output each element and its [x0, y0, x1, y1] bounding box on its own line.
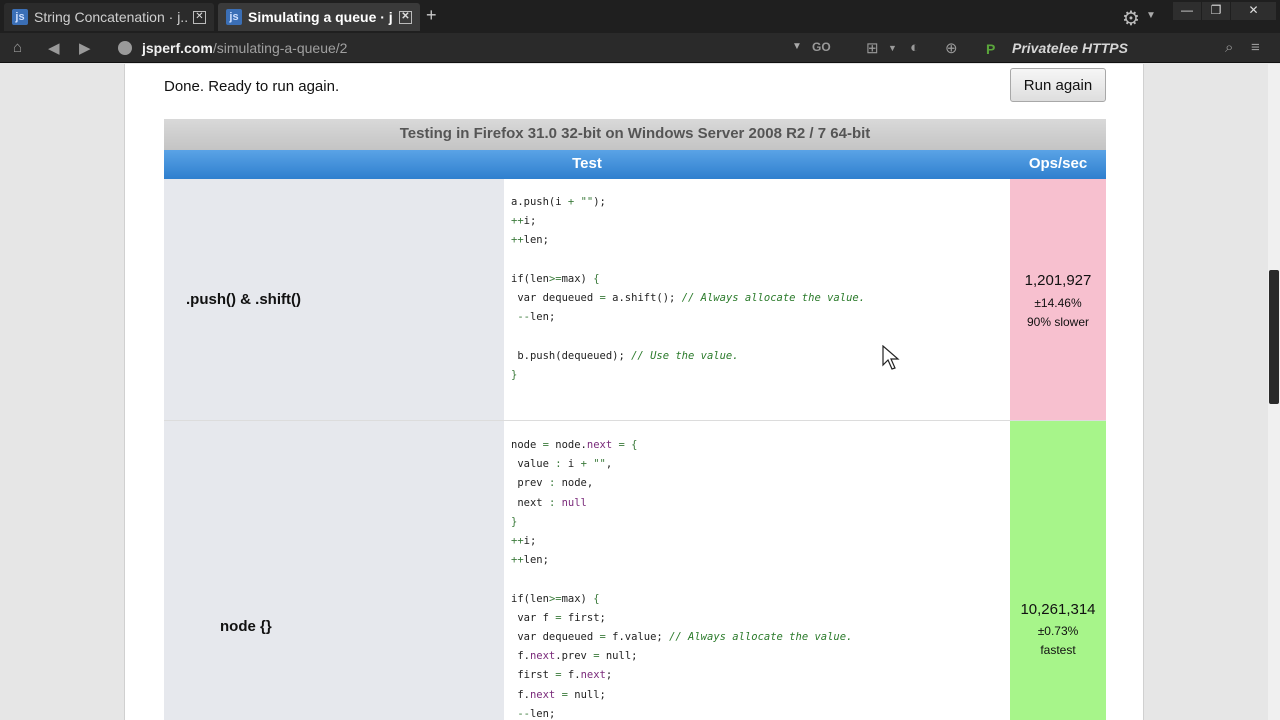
url-path: /simulating-a-queue/2	[212, 40, 348, 56]
url-dropdown-icon[interactable]: ▼	[792, 41, 802, 52]
run-again-button[interactable]: Run again	[1010, 68, 1106, 102]
results-table-header: Test Ops/sec	[164, 150, 1106, 179]
chevron-down-icon[interactable]: ▼	[888, 43, 897, 53]
bookmark-icon[interactable]: ⊞	[866, 39, 879, 57]
test-name-cell: .push() & .shift()	[164, 179, 504, 420]
address-bar[interactable]: jsperf.com /simulating-a-queue/2	[110, 36, 810, 60]
mouse-cursor-icon	[882, 345, 900, 370]
ops-error: ±14.46%	[1034, 296, 1082, 310]
chevron-down-icon[interactable]: ▼	[1146, 10, 1156, 21]
privatelee-label[interactable]: Privatelee HTTPS	[1012, 40, 1128, 56]
test-code-cell: node = node.next = { value : i + "", pre…	[504, 421, 1010, 720]
test-name-cell: node {}	[164, 421, 504, 720]
home-icon[interactable]: ⌂	[13, 39, 22, 56]
search-icon[interactable]: ⌕	[1225, 39, 1233, 56]
go-button[interactable]: GO	[812, 40, 831, 54]
ops-relative: fastest	[1040, 643, 1076, 657]
settings-gear-icon[interactable]: ⚙	[1122, 6, 1140, 31]
forward-arrow-icon[interactable]: ▶	[79, 39, 91, 57]
ops-value: 1,201,927	[1024, 272, 1092, 289]
tab-title: String Concatenation · j...	[34, 9, 187, 25]
window-maximize-button[interactable]: ❐	[1202, 2, 1230, 20]
testing-environment: Testing in Firefox 31.0 32-bit on Window…	[164, 119, 1106, 150]
scrollbar-thumb[interactable]	[1269, 270, 1279, 404]
table-row: .push() & .shift() a.push(i + ""); ++i; …	[164, 179, 1106, 421]
page-scrollbar[interactable]	[1268, 64, 1280, 720]
page-content: Done. Ready to run again. Run again Test…	[124, 64, 1144, 720]
test-code-cell: a.push(i + ""); ++i; ++len; if(len>=max)…	[504, 179, 1010, 420]
header-test: Test	[572, 155, 602, 172]
close-tab-icon[interactable]: ✕	[193, 10, 206, 24]
tab-simulating-a-queue[interactable]: js Simulating a queue · j... ✕	[218, 3, 420, 31]
ops-error: ±0.73%	[1037, 624, 1079, 638]
header-ops-sec: Ops/sec	[1028, 155, 1088, 172]
ops-sec-cell: 10,261,314 ±0.73% fastest	[1010, 421, 1106, 720]
tab-title: Simulating a queue · j...	[248, 9, 393, 25]
ops-sec-cell: 1,201,927 ±14.46% 90% slower	[1010, 179, 1106, 420]
menu-icon[interactable]: ≡	[1251, 39, 1260, 56]
code-block: a.push(i + ""); ++i; ++len; if(len>=max)…	[511, 196, 866, 381]
code-block: node = node.next = { value : i + "", pre…	[511, 439, 853, 720]
url-domain: jsperf.com	[142, 40, 213, 56]
jsperf-favicon-icon: js	[12, 9, 28, 25]
window-close-button[interactable]: ✕	[1231, 2, 1276, 20]
browser-titlebar: js String Concatenation · j... ✕ js Simu…	[0, 0, 1280, 33]
close-tab-icon[interactable]: ✕	[399, 10, 412, 24]
new-tab-button[interactable]: +	[426, 5, 437, 26]
download-icon[interactable]: ⊕	[945, 39, 958, 57]
back-arrow-icon[interactable]: ◀	[48, 39, 60, 57]
test-name: node {}	[220, 618, 272, 635]
jsperf-favicon-icon: js	[226, 9, 242, 25]
table-row: node {} node = node.next = { value : i +…	[164, 421, 1106, 720]
ops-relative: 90% slower	[1026, 315, 1090, 329]
test-name: .push() & .shift()	[186, 291, 301, 308]
privatelee-icon: P	[986, 41, 996, 57]
window-minimize-button[interactable]: —	[1173, 2, 1201, 20]
speed-dial-icon[interactable]: ◐	[910, 39, 919, 56]
globe-icon	[118, 41, 132, 55]
browser-navbar: ⌂ ◀ ▶ jsperf.com /simulating-a-queue/2 ▼…	[0, 33, 1280, 63]
tab-string-concatenation[interactable]: js String Concatenation · j... ✕	[4, 3, 214, 31]
ops-value: 10,261,314	[1020, 601, 1096, 618]
status-message: Done. Ready to run again.	[164, 78, 340, 95]
